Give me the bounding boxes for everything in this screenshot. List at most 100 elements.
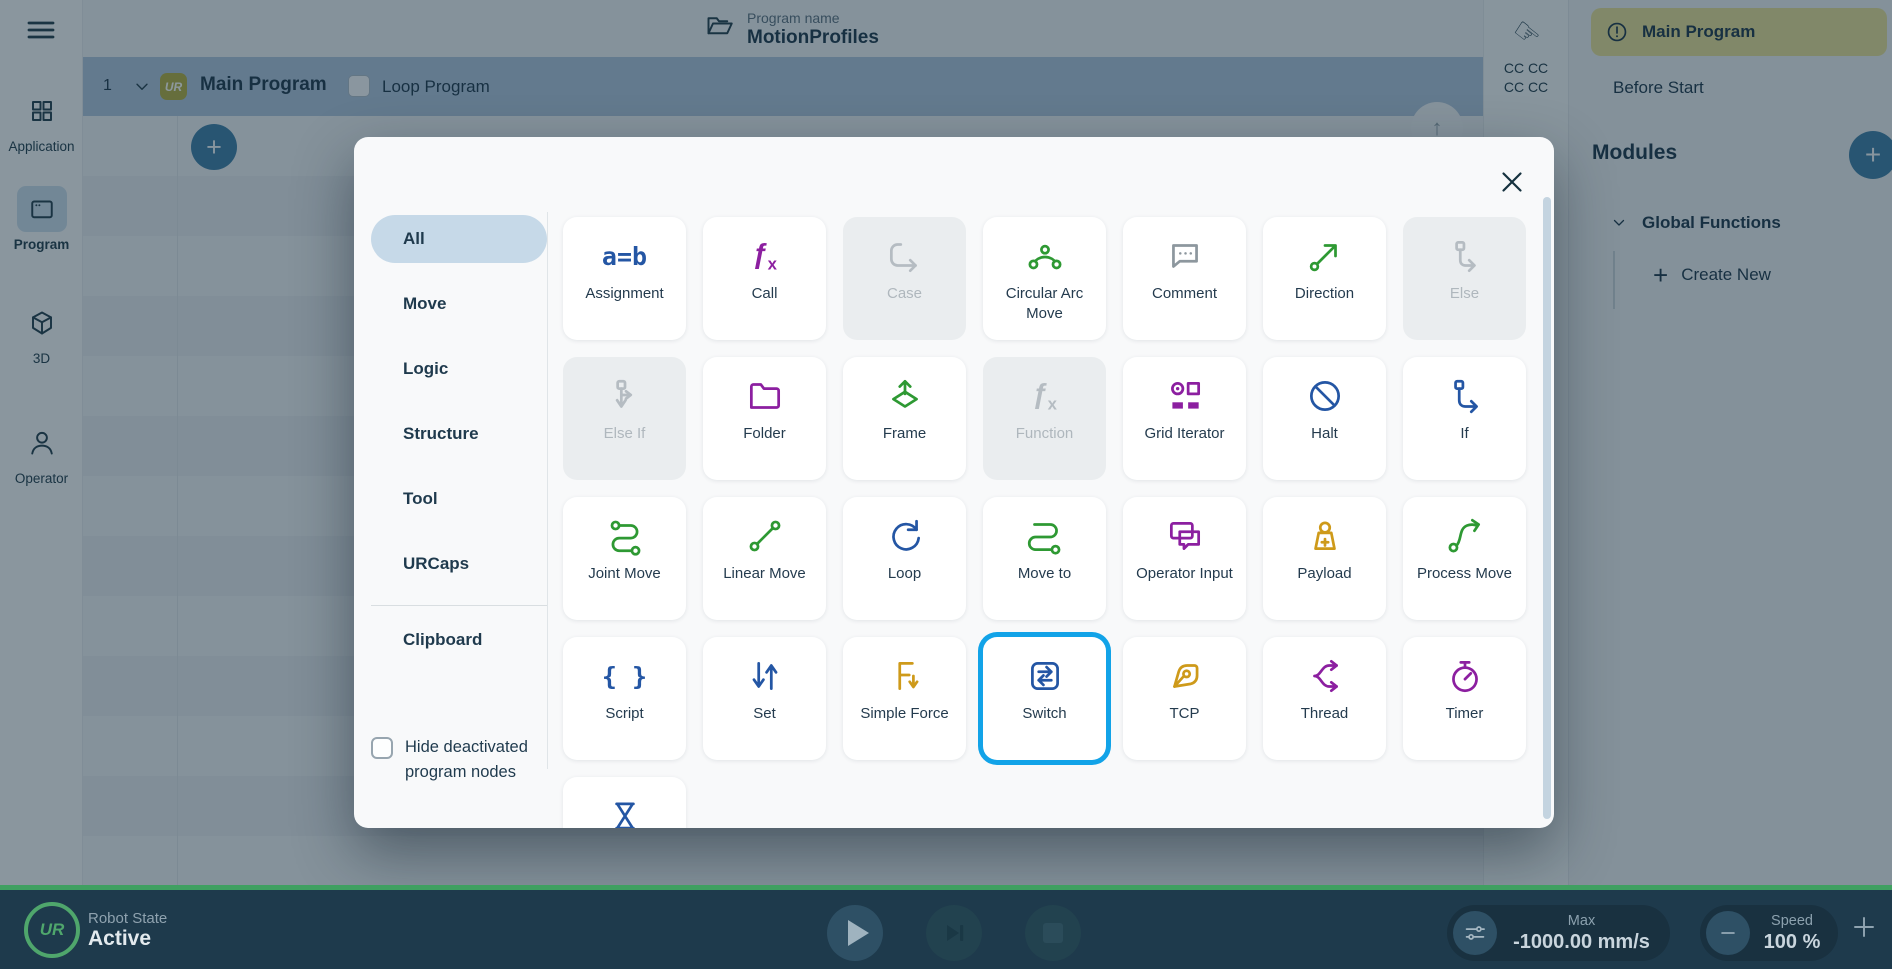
node-tile-wait[interactable] <box>563 777 686 828</box>
speed-label: Speed <box>1756 913 1828 929</box>
node-tile-label: Switch <box>1015 704 1073 724</box>
node-tile-function: ƒxFunction <box>983 357 1106 480</box>
node-tile-simple-force[interactable]: Simple Force <box>843 637 966 760</box>
bottom-bar: UR Robot State Active Max -1000.00 mm/s … <box>0 885 1892 969</box>
node-tile-label: Assignment <box>578 284 670 304</box>
node-tile-label: Direction <box>1288 284 1361 304</box>
node-tile-linear-move[interactable]: Linear Move <box>703 497 826 620</box>
category-list: All Move Logic Structure Tool URCaps Clipboard <box>371 215 547 681</box>
node-tile-label: Halt <box>1304 424 1345 444</box>
node-tile-label: Loop <box>881 564 928 584</box>
modal-scrollbar[interactable] <box>1543 197 1551 819</box>
node-tile-set[interactable]: Set <box>703 637 826 760</box>
node-tile-circular-arc-move[interactable]: Circular Arc Move <box>983 217 1106 340</box>
play-button[interactable] <box>827 905 883 961</box>
category-list-divider <box>371 605 547 606</box>
node-tile-process-move[interactable]: Process Move <box>1403 497 1526 620</box>
node-tile-comment[interactable]: Comment <box>1123 217 1246 340</box>
play-icon <box>848 920 869 946</box>
hide-deactivated-row[interactable]: Hide deactivated program nodes <box>371 735 528 785</box>
node-tile-label: Call <box>745 284 785 304</box>
if-icon <box>1444 375 1486 417</box>
ur-logo-text: UR <box>40 920 65 940</box>
skip-icon <box>940 919 968 947</box>
node-tile-frame[interactable]: Frame <box>843 357 966 480</box>
node-tile-switch[interactable]: Switch <box>983 637 1106 760</box>
else-if-icon <box>604 375 646 417</box>
node-tile-label: Frame <box>876 424 933 444</box>
node-tile-payload[interactable]: Payload <box>1263 497 1386 620</box>
node-tile-else: Else <box>1403 217 1526 340</box>
speed-decrease-button[interactable] <box>1706 911 1750 955</box>
node-tile-joint-move[interactable]: Joint Move <box>563 497 686 620</box>
node-tile-folder[interactable]: Folder <box>703 357 826 480</box>
thread-icon <box>1304 655 1346 697</box>
hide-deactivated-checkbox[interactable] <box>371 737 393 759</box>
hide-deactivated-label-1: Hide deactivated <box>405 735 528 760</box>
speed-settings-button[interactable] <box>1453 911 1497 955</box>
loop-icon <box>884 515 926 557</box>
node-tile-label: Payload <box>1290 564 1358 584</box>
ur-logo: UR <box>24 902 80 958</box>
node-tile-if[interactable]: If <box>1403 357 1526 480</box>
node-tile-label: Else <box>1443 284 1486 304</box>
node-tile-case: Case <box>843 217 966 340</box>
comment-icon <box>1164 235 1206 277</box>
category-all[interactable]: All <box>371 215 547 263</box>
category-logic[interactable]: Logic <box>371 345 547 393</box>
node-tile-label: Grid Iterator <box>1137 424 1231 444</box>
robot-state-value: Active <box>88 927 151 951</box>
add-node-dialog: All Move Logic Structure Tool URCaps Clipboard… <box>354 137 1554 828</box>
node-tile-move-to[interactable]: Move to <box>983 497 1106 620</box>
node-tile-label: Move to <box>1011 564 1078 584</box>
stop-button <box>1025 905 1081 961</box>
category-tool[interactable]: Tool <box>371 475 547 523</box>
close-button[interactable] <box>1495 165 1529 199</box>
node-tile-script[interactable]: { }Script <box>563 637 686 760</box>
node-tile-label: Thread <box>1294 704 1356 724</box>
operator-input-icon <box>1164 515 1206 557</box>
node-tile-label: TCP <box>1163 704 1207 724</box>
node-tile-label: Circular Arc Move <box>983 284 1106 323</box>
linear-move-icon <box>744 515 786 557</box>
wait-icon <box>604 795 646 828</box>
node-tile-loop[interactable]: Loop <box>843 497 966 620</box>
move-to-icon <box>1024 515 1066 557</box>
node-tile-grid: a=bAssignmentƒxCallCase Circular Arc Move… <box>563 217 1526 828</box>
max-value: -1000.00 mm/s <box>1503 931 1660 954</box>
node-tile-tcp[interactable]: TCP <box>1123 637 1246 760</box>
node-tile-timer[interactable]: Timer <box>1403 637 1526 760</box>
grid-iterator-icon <box>1164 375 1206 417</box>
close-icon <box>1495 165 1529 199</box>
node-tile-label: Else If <box>597 424 653 444</box>
node-tile-else-if: Else If <box>563 357 686 480</box>
case-icon <box>884 235 926 277</box>
node-tile-direction[interactable]: Direction <box>1263 217 1386 340</box>
node-tile-label: Function <box>1009 424 1081 444</box>
switch-icon <box>1024 655 1066 697</box>
node-tile-halt[interactable]: Halt <box>1263 357 1386 480</box>
stop-icon <box>1043 923 1063 943</box>
category-move[interactable]: Move <box>371 280 547 328</box>
speed-increase-button[interactable] <box>1849 912 1879 947</box>
category-structure[interactable]: Structure <box>371 410 547 458</box>
max-speed-control: Max -1000.00 mm/s <box>1447 905 1670 961</box>
category-divider <box>547 212 548 769</box>
node-tile-call[interactable]: ƒxCall <box>703 217 826 340</box>
node-tile-thread[interactable]: Thread <box>1263 637 1386 760</box>
node-tile-label: If <box>1453 424 1475 444</box>
node-tile-grid-iterator[interactable]: Grid Iterator <box>1123 357 1246 480</box>
robot-state-label: Robot State <box>88 910 167 927</box>
step-button <box>926 905 982 961</box>
process-move-icon <box>1444 515 1486 557</box>
timer-icon <box>1444 655 1486 697</box>
category-clipboard[interactable]: Clipboard <box>371 616 547 664</box>
else-icon <box>1444 235 1486 277</box>
frame-icon <box>884 375 926 417</box>
node-tile-operator-input[interactable]: Operator Input <box>1123 497 1246 620</box>
set-icon <box>744 655 786 697</box>
node-tile-assignment[interactable]: a=bAssignment <box>563 217 686 340</box>
halt-icon <box>1304 375 1346 417</box>
category-urcaps[interactable]: URCaps <box>371 540 547 588</box>
plus-icon <box>1849 912 1879 942</box>
